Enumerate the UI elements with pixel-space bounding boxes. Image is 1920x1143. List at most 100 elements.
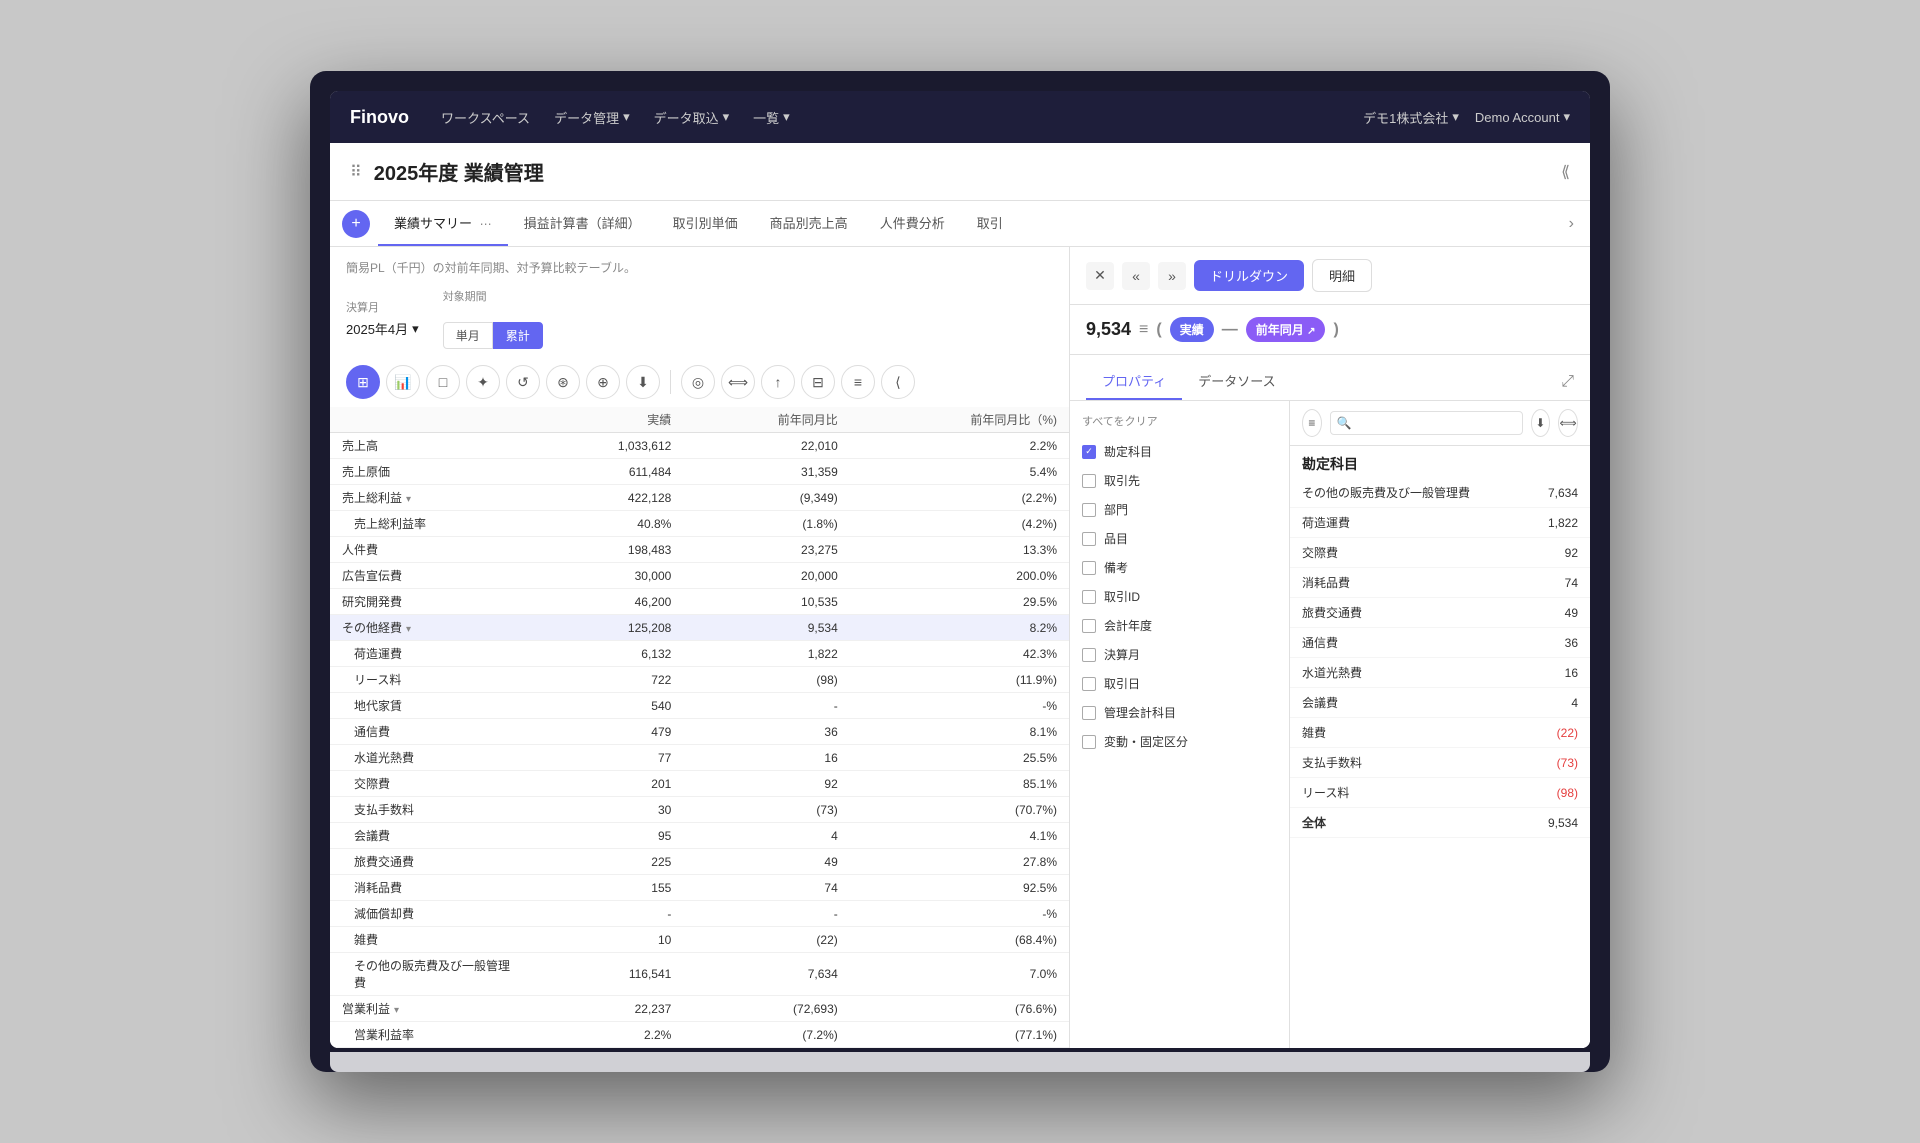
- company-selector[interactable]: デモ1株式会社 ▾: [1363, 108, 1459, 127]
- back-button[interactable]: «: [1122, 262, 1150, 290]
- property-checkbox[interactable]: [1082, 648, 1096, 662]
- property-checkbox[interactable]: [1082, 590, 1096, 604]
- expand-icon[interactable]: ⤢: [1561, 373, 1574, 391]
- tool-history-button[interactable]: ↺: [506, 365, 540, 399]
- breakdown-item: 荷造運費1,822: [1290, 508, 1590, 538]
- table-row[interactable]: 消耗品費1557492.5%: [330, 875, 1069, 901]
- breakdown-search-input[interactable]: [1330, 411, 1523, 435]
- property-checkbox[interactable]: [1082, 561, 1096, 575]
- drilldown-button[interactable]: ドリルダウン: [1194, 260, 1304, 291]
- table-row[interactable]: 人件費198,48323,27513.3%: [330, 537, 1069, 563]
- tool-chart-button[interactable]: 📊: [386, 365, 420, 399]
- tab-transactions[interactable]: 取引: [961, 201, 1019, 246]
- property-item[interactable]: 取引ID: [1082, 582, 1277, 611]
- tool-switch-button[interactable]: ⟺: [721, 365, 755, 399]
- table-row[interactable]: 売上原価611,48431,3595.4%: [330, 459, 1069, 485]
- property-label: 取引ID: [1104, 588, 1140, 605]
- property-checkbox[interactable]: [1082, 706, 1096, 720]
- breakdown-download-button[interactable]: ⬇: [1531, 409, 1551, 437]
- property-item[interactable]: 取引先: [1082, 466, 1277, 495]
- collapse-button[interactable]: ⟪: [1561, 162, 1570, 182]
- table-row[interactable]: 売上総利益▾422,128(9,349)(2.2%): [330, 485, 1069, 511]
- clear-all-button[interactable]: すべてをクリア: [1082, 413, 1277, 429]
- expand-icon[interactable]: ▾: [406, 624, 411, 635]
- table-row[interactable]: 研究開発費46,20010,53529.5%: [330, 589, 1069, 615]
- table-row[interactable]: 旅費交通費2254927.8%: [330, 849, 1069, 875]
- expand-icon[interactable]: ▾: [394, 1005, 399, 1016]
- detail-button[interactable]: 明細: [1312, 259, 1372, 292]
- table-cell-value: 200.0%: [850, 563, 1069, 589]
- breakdown-switch-button[interactable]: ⟺: [1558, 409, 1578, 437]
- table-row[interactable]: 会議費9544.1%: [330, 823, 1069, 849]
- tool-copy2-button[interactable]: ⊕: [586, 365, 620, 399]
- tool-grid-button[interactable]: ⊞: [346, 365, 380, 399]
- tab-menu-icon[interactable]: ⋯: [480, 217, 492, 231]
- property-item[interactable]: 取引日: [1082, 669, 1277, 698]
- table-row[interactable]: 通信費479368.1%: [330, 719, 1069, 745]
- table-row[interactable]: 支払手数料30(73)(70.7%): [330, 797, 1069, 823]
- tabs-more-button[interactable]: ›: [1561, 215, 1582, 233]
- nav-data-import[interactable]: データ取込 ▾: [654, 108, 730, 127]
- table-row[interactable]: 雑費10(22)(68.4%): [330, 927, 1069, 953]
- property-item[interactable]: 備考: [1082, 553, 1277, 582]
- table-row[interactable]: 荷造運費6,1321,82242.3%: [330, 641, 1069, 667]
- table-row[interactable]: 水道光熱費771625.5%: [330, 745, 1069, 771]
- breakdown-filter-button[interactable]: ≡: [1302, 409, 1322, 437]
- table-row[interactable]: 売上高1,033,61222,0102.2%: [330, 433, 1069, 459]
- tab-product-sales[interactable]: 商品別売上高: [754, 201, 864, 246]
- tab-summary[interactable]: 業績サマリー ⋯: [378, 201, 508, 246]
- tool-grid2-button[interactable]: ⊟: [801, 365, 835, 399]
- property-item[interactable]: 品目: [1082, 524, 1277, 553]
- account-menu[interactable]: Demo Account ▾: [1475, 109, 1570, 125]
- table-row[interactable]: 交際費2019285.1%: [330, 771, 1069, 797]
- nav-workspace[interactable]: ワークスペース: [441, 108, 530, 127]
- table-row[interactable]: 地代家賃540--%: [330, 693, 1069, 719]
- property-checkbox[interactable]: [1082, 445, 1096, 459]
- property-checkbox[interactable]: [1082, 532, 1096, 546]
- table-row[interactable]: 売上総利益率40.8%(1.8%)(4.2%): [330, 511, 1069, 537]
- tool-link-button[interactable]: ⊛: [546, 365, 580, 399]
- table-row[interactable]: リース料722(98)(11.9%): [330, 667, 1069, 693]
- property-checkbox[interactable]: [1082, 735, 1096, 749]
- table-row[interactable]: 営業利益▾22,237(72,693)(76.6%): [330, 996, 1069, 1022]
- table-cell-value: 36: [683, 719, 849, 745]
- close-button[interactable]: ✕: [1086, 262, 1114, 290]
- table-row[interactable]: 減価償却費---%: [330, 901, 1069, 927]
- tool-collapse-button[interactable]: ◎: [681, 365, 715, 399]
- property-checkbox[interactable]: [1082, 503, 1096, 517]
- tool-menu-button[interactable]: ≡: [841, 365, 875, 399]
- period-cumulative-button[interactable]: 累計: [493, 322, 543, 349]
- property-checkbox[interactable]: [1082, 474, 1096, 488]
- tool-star-button[interactable]: ✦: [466, 365, 500, 399]
- tool-up-button[interactable]: ↑: [761, 365, 795, 399]
- nav-list[interactable]: 一覧 ▾: [753, 108, 790, 127]
- month-selector[interactable]: 2025年4月 ▾: [346, 319, 419, 338]
- table-row[interactable]: 広告宣伝費30,00020,000200.0%: [330, 563, 1069, 589]
- tool-copy-button[interactable]: □: [426, 365, 460, 399]
- add-tab-button[interactable]: +: [342, 210, 370, 238]
- expand-icon[interactable]: ▾: [406, 494, 411, 505]
- property-item[interactable]: 勘定科目: [1082, 437, 1277, 466]
- property-checkbox[interactable]: [1082, 677, 1096, 691]
- property-item[interactable]: 部門: [1082, 495, 1277, 524]
- property-item[interactable]: 変動・固定区分: [1082, 727, 1277, 756]
- property-item[interactable]: 決算月: [1082, 640, 1277, 669]
- table-row[interactable]: その他の販売費及び一般管理費116,5417,6347.0%: [330, 953, 1069, 996]
- property-checkbox[interactable]: [1082, 619, 1096, 633]
- table-row[interactable]: 営業利益率2.2%(7.2%)(77.1%): [330, 1022, 1069, 1048]
- table-row[interactable]: その他経費▾125,2089,5348.2%: [330, 615, 1069, 641]
- property-item[interactable]: 会計年度: [1082, 611, 1277, 640]
- property-item[interactable]: 管理会計科目: [1082, 698, 1277, 727]
- tab-transaction-price[interactable]: 取引別単価: [657, 201, 754, 246]
- breakdown-item: 雑費(22): [1290, 718, 1590, 748]
- tool-extra-button[interactable]: ⟨: [881, 365, 915, 399]
- sub-tab-properties[interactable]: プロパティ: [1086, 363, 1182, 400]
- forward-button[interactable]: »: [1158, 262, 1186, 290]
- table-cell-value: 198,483: [530, 537, 683, 563]
- period-monthly-button[interactable]: 単月: [443, 322, 493, 349]
- tab-pl-detail[interactable]: 損益計算書（詳細）: [508, 201, 657, 246]
- tool-download-button[interactable]: ⬇: [626, 365, 660, 399]
- nav-data-management[interactable]: データ管理 ▾: [554, 108, 630, 127]
- sub-tab-datasource[interactable]: データソース: [1182, 363, 1291, 400]
- tab-personnel[interactable]: 人件費分析: [864, 201, 961, 246]
